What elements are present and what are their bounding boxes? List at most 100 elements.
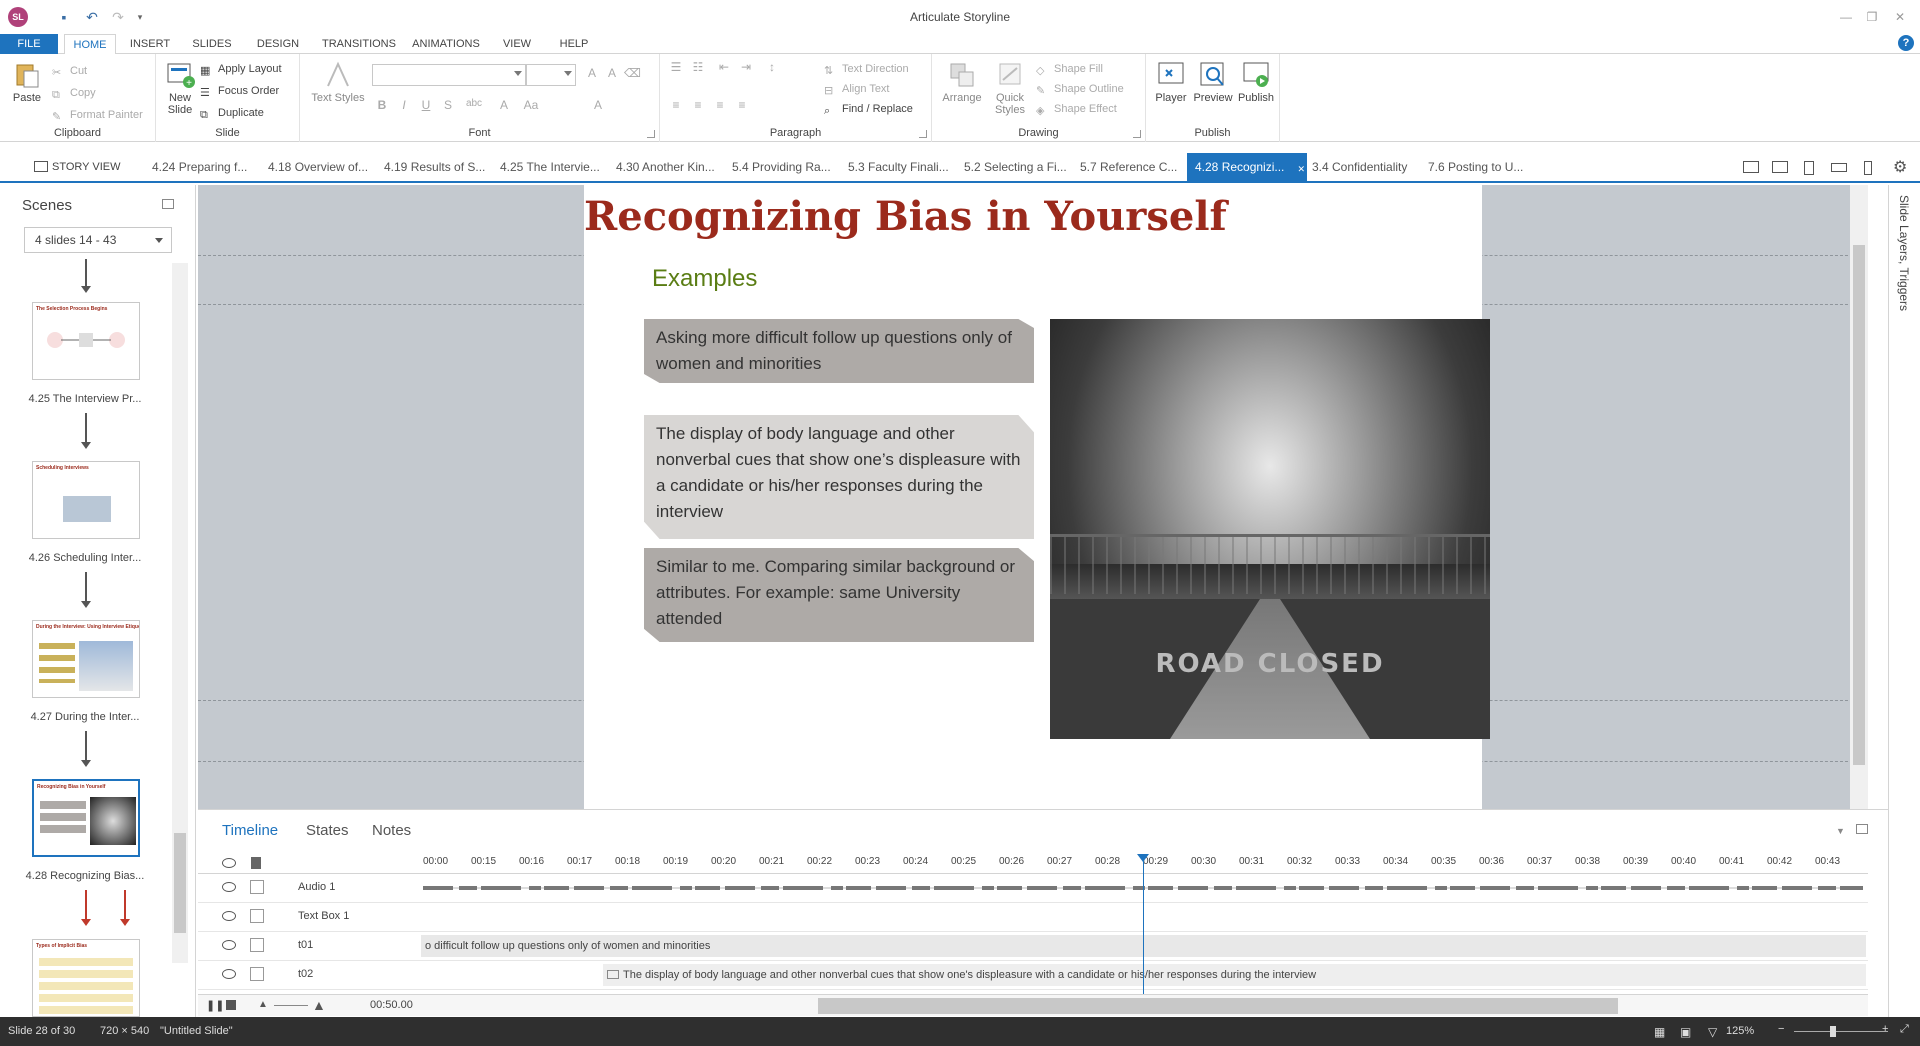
timeline-scrollbar[interactable] — [818, 998, 1618, 1014]
panel-dock-icon[interactable] — [162, 199, 174, 209]
tab-states[interactable]: States — [306, 822, 349, 839]
preview-button[interactable]: Preview — [1192, 60, 1234, 104]
slide-tab[interactable]: 4.25 The Intervie... — [500, 153, 608, 181]
close-icon[interactable]: ✕ — [1888, 8, 1912, 26]
quick-styles-button[interactable]: Quick Styles — [988, 60, 1032, 116]
align-text-button[interactable]: ⊟ Align Text — [824, 80, 890, 98]
scene-dropdown[interactable]: 4 slides 14 - 43 — [24, 227, 172, 253]
numbering-icon[interactable]: ☷ — [690, 60, 706, 74]
tab-view[interactable]: VIEW — [494, 34, 540, 54]
restore-icon[interactable]: ❐ — [1860, 8, 1884, 26]
player-button[interactable]: Player — [1152, 60, 1190, 104]
shape-fill-button[interactable]: ◇ Shape Fill — [1036, 60, 1103, 78]
grow-font-icon[interactable]: A — [584, 66, 600, 80]
desktop-view-icon[interactable] — [1743, 161, 1759, 173]
slide-thumbnail[interactable]: Types of Implicit Bias — [32, 939, 140, 1017]
tab-design[interactable]: DESIGN — [250, 34, 306, 54]
apply-layout-button[interactable]: ▦ Apply Layout — [200, 60, 282, 78]
callout-box-2[interactable]: The display of body language and other n… — [644, 415, 1034, 539]
duplicate-button[interactable]: ⧉ Duplicate — [200, 104, 264, 122]
format-painter-button[interactable]: ✎ Format Painter — [52, 106, 143, 124]
eye-icon[interactable] — [222, 911, 236, 921]
font-size-select[interactable] — [526, 64, 576, 86]
bold-button[interactable]: B — [374, 98, 390, 112]
slide-thumbnail[interactable]: Scheduling Interviews — [32, 461, 140, 539]
shrink-font-icon[interactable]: A — [604, 66, 620, 80]
align-center-icon[interactable]: ≡ — [690, 98, 706, 112]
eye-icon[interactable] — [222, 882, 236, 892]
slide-tab[interactable]: 5.7 Reference C... — [1080, 153, 1184, 181]
normal-view-status-icon[interactable]: ▣ — [1680, 1025, 1691, 1039]
zoom-in-icon[interactable]: ▲ — [312, 997, 326, 1013]
publish-button[interactable]: Publish — [1236, 60, 1276, 104]
story-view-status-icon[interactable]: ▦ — [1654, 1025, 1665, 1039]
road-closed-image[interactable]: ROAD CLOSED — [1050, 319, 1490, 739]
scenes-scrollbar[interactable] — [172, 263, 188, 963]
drawing-dialog-launcher[interactable] — [1133, 130, 1141, 138]
lock-checkbox[interactable] — [250, 938, 264, 952]
canvas-scrollbar[interactable] — [1850, 185, 1868, 809]
callout-box-3[interactable]: Similar to me. Comparing similar backgro… — [644, 548, 1034, 642]
shape-outline-button[interactable]: ✎ Shape Outline — [1036, 80, 1124, 98]
timeline-bar[interactable]: The display of body language and other n… — [603, 964, 1866, 986]
close-tab-icon[interactable]: ✕ — [1297, 155, 1305, 181]
callout-box-1[interactable]: Asking more difficult follow up question… — [644, 319, 1034, 383]
play-pause-icon[interactable]: ❚❚ — [206, 999, 224, 1012]
justify-icon[interactable]: ≡ — [734, 98, 750, 112]
cut-button[interactable]: ✂ Cut — [52, 62, 87, 80]
story-view-tab[interactable]: STORY VIEW — [34, 153, 120, 181]
text-highlight-button[interactable]: A — [590, 98, 606, 112]
timeline-row-t02[interactable]: t02 The display of body language and oth… — [198, 961, 1868, 990]
underline-button[interactable]: U — [418, 98, 434, 112]
phone-landscape-icon[interactable] — [1831, 163, 1847, 172]
timeline-row-audio[interactable]: Audio 1 — [198, 874, 1868, 903]
slide-tab[interactable]: 7.6 Posting to U... — [1428, 153, 1536, 181]
zoom-out-button[interactable]: − — [1778, 1023, 1784, 1035]
lock-checkbox[interactable] — [250, 967, 264, 981]
tab-animations[interactable]: ANIMATIONS — [408, 34, 484, 54]
slide-tab[interactable]: 5.4 Providing Ra... — [732, 153, 842, 181]
zoom-in-button[interactable]: + — [1882, 1023, 1888, 1035]
collapse-icon[interactable]: ▼ — [1836, 826, 1845, 836]
panel-dock-icon[interactable] — [1856, 824, 1868, 834]
copy-button[interactable]: ⧉ Copy — [52, 84, 96, 102]
slide-tab[interactable]: 5.3 Faculty Finali... — [848, 153, 954, 181]
eye-icon[interactable] — [222, 969, 236, 979]
timeline-row-t01[interactable]: t01 o difficult follow up questions only… — [198, 932, 1868, 961]
tablet-portrait-icon[interactable] — [1804, 161, 1814, 175]
timeline-ruler[interactable]: 00:00 00:15 00:16 00:17 00:18 00:19 00:2… — [198, 852, 1868, 874]
gear-icon[interactable]: ⚙ — [1893, 157, 1907, 177]
focus-order-button[interactable]: ☰ Focus Order — [200, 82, 279, 100]
lock-icon[interactable] — [251, 857, 261, 869]
font-color-button[interactable]: A — [496, 98, 512, 112]
slide-thumbnail[interactable]: During the Interview: Using Interview Et… — [32, 620, 140, 698]
slide-thumbnail-selected[interactable]: Recognizing Bias in Yourself — [32, 779, 140, 857]
zoom-out-icon[interactable]: ▲ — [258, 999, 268, 1010]
slide-tab[interactable]: 3.4 Confidentiality — [1312, 153, 1422, 181]
tab-transitions[interactable]: TRANSITIONS — [318, 34, 400, 54]
slide-tab[interactable]: 4.19 Results of S... — [384, 153, 492, 181]
tab-help[interactable]: HELP — [550, 34, 598, 54]
font-family-select[interactable] — [372, 64, 526, 86]
tablet-landscape-icon[interactable] — [1772, 161, 1788, 173]
tab-file[interactable]: FILE — [0, 34, 58, 54]
paragraph-dialog-launcher[interactable] — [919, 130, 927, 138]
clear-format-icon[interactable]: ⌫ — [624, 66, 641, 80]
slide-thumbnail[interactable]: The Selection Process Begins — [32, 302, 140, 380]
increase-indent-icon[interactable]: ⇥ — [738, 60, 754, 74]
lock-checkbox[interactable] — [250, 880, 264, 894]
slide-tab[interactable]: 4.24 Preparing f... — [152, 153, 258, 181]
italic-button[interactable]: I — [396, 98, 412, 112]
tab-home[interactable]: HOME — [64, 34, 116, 55]
eye-icon[interactable] — [222, 858, 236, 868]
zoom-slider[interactable] — [274, 1005, 308, 1006]
arrange-button[interactable]: Arrange — [940, 60, 984, 104]
layers-triggers-panel[interactable]: Slide Layers, Triggers — [1888, 185, 1920, 1017]
tab-slides[interactable]: SLIDES — [186, 34, 238, 54]
slide-tab[interactable]: 4.18 Overview of... — [268, 153, 376, 181]
tab-insert[interactable]: INSERT — [124, 34, 176, 54]
change-case-button[interactable]: Aa — [520, 98, 542, 112]
align-left-icon[interactable]: ≡ — [668, 98, 684, 112]
find-replace-button[interactable]: ⌕ Find / Replace — [824, 100, 913, 118]
new-slide-button[interactable]: + New Slide — [160, 60, 200, 116]
